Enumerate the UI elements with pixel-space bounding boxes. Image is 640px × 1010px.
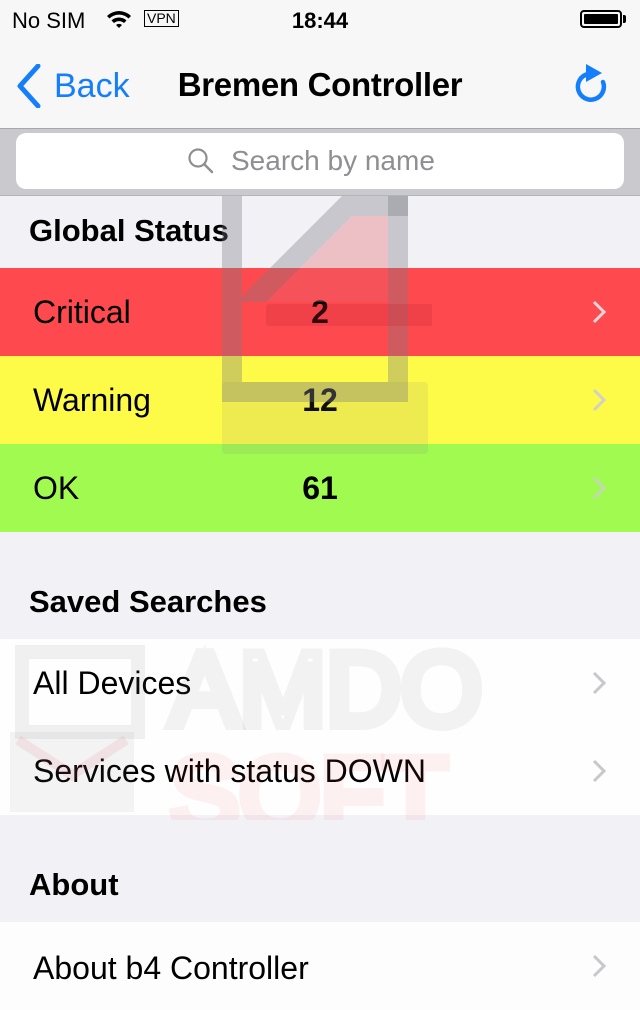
status-label: Warning	[33, 381, 151, 418]
status-bar: No SIM VPN 18:44	[0, 0, 640, 40]
status-count: 2	[311, 293, 329, 330]
status-row-critical[interactable]: Critical 2	[0, 268, 640, 356]
battery-icon	[580, 10, 622, 28]
chevron-right-icon	[592, 759, 607, 783]
section-header-global-status: Global Status	[29, 213, 229, 248]
clock: 18:44	[291, 8, 349, 33]
chevron-right-icon	[592, 388, 607, 412]
about-label: About b4 Controller	[33, 950, 309, 986]
chevron-right-icon	[592, 954, 607, 978]
search-input[interactable]	[229, 144, 453, 178]
saved-search-label: Services with status DOWN	[33, 752, 426, 789]
search-icon	[188, 148, 214, 174]
status-row-ok[interactable]: OK 61	[0, 444, 640, 532]
search-bar	[0, 129, 640, 196]
chevron-right-icon	[592, 476, 607, 500]
search-field[interactable]	[16, 133, 624, 189]
status-row-warning[interactable]: Warning 12	[0, 356, 640, 444]
saved-search-services-down[interactable]: Services with status DOWN	[0, 727, 640, 815]
saved-search-label: All Devices	[33, 664, 192, 701]
about-row[interactable]: About b4 Controller	[0, 922, 640, 1010]
refresh-icon[interactable]	[566, 60, 614, 108]
saved-search-all-devices[interactable]: All Devices	[0, 639, 640, 727]
section-header-about: About	[29, 867, 119, 902]
battery-tip	[623, 15, 626, 23]
status-count: 12	[302, 381, 338, 418]
status-label: OK	[33, 469, 80, 506]
chevron-right-icon	[592, 671, 607, 695]
status-count: 61	[302, 469, 338, 506]
chevron-right-icon	[592, 300, 607, 324]
page-title: Bremen Controller	[177, 66, 463, 103]
status-label: Critical	[33, 293, 131, 330]
navigation-bar: Back Bremen Controller	[0, 40, 640, 129]
section-header-saved-searches: Saved Searches	[29, 584, 267, 619]
